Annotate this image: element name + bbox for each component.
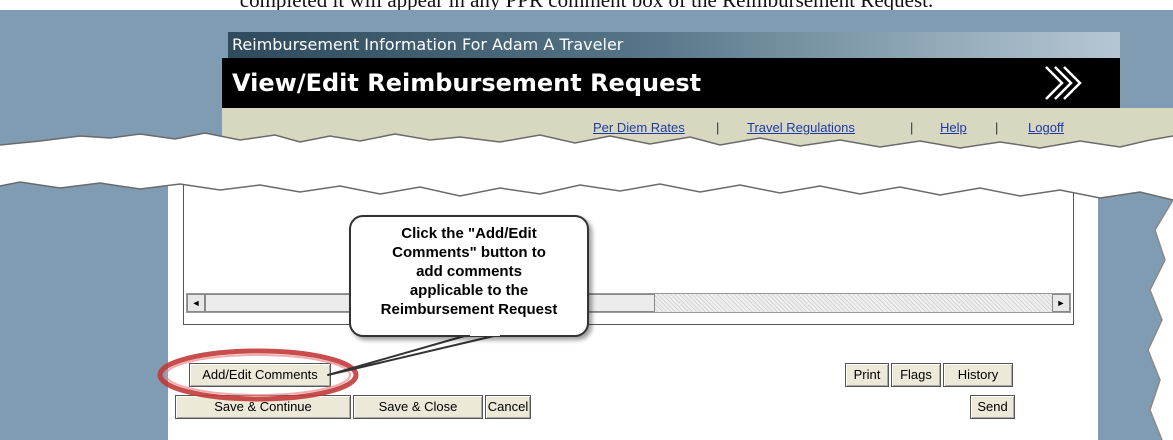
callout-line: add comments: [416, 263, 522, 280]
screenshot-bottom-fragment: ◄ ► Add/Edit Comments Save & Continue Sa…: [0, 170, 1173, 440]
callout-line: Click the "Add/Edit: [401, 225, 537, 242]
callout-tooltip: Click the "Add/Edit Comments" button to …: [349, 215, 589, 337]
callout-line: applicable to the: [409, 282, 529, 299]
torn-edge-top: [0, 132, 1173, 175]
screenshot-top-fragment: Reimbursement Information For Adam A Tra…: [0, 10, 1173, 175]
callout-line: Reimbursement Request: [380, 301, 558, 318]
callout-line: Comments" button to: [392, 244, 546, 261]
